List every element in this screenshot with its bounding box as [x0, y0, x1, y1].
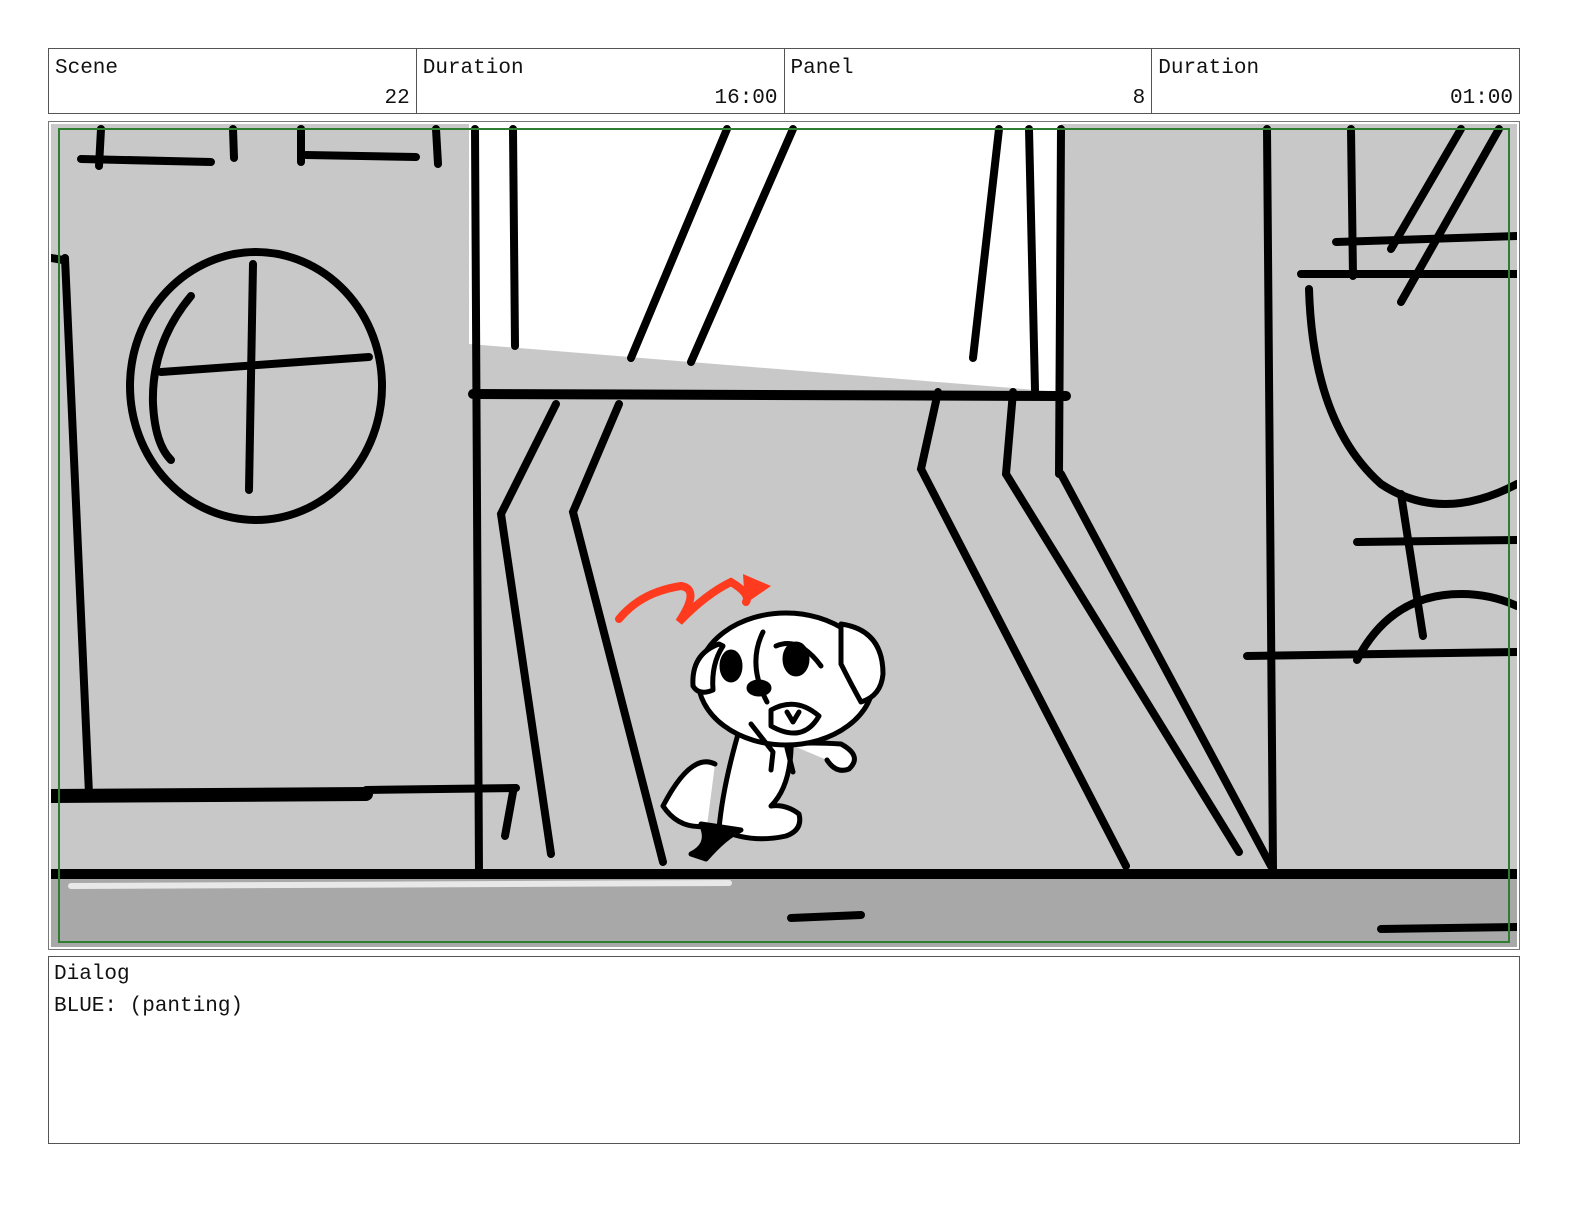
- panel-cell: Panel 8: [785, 49, 1153, 113]
- scene-label: Scene: [55, 57, 119, 80]
- panel-label: Panel: [790, 57, 854, 80]
- floor-highlight: [68, 880, 732, 889]
- scene-duration-label: Duration: [422, 57, 524, 80]
- scene-cell: Scene 22: [49, 49, 417, 113]
- dialog-label: Dialog: [54, 963, 130, 986]
- panel-duration-cell: Duration 01:00: [1152, 49, 1519, 113]
- panel-header: Scene 22 Duration 16:00 Panel 8 Duration…: [48, 48, 1520, 114]
- panel-duration-label: Duration: [1158, 57, 1260, 80]
- dialog-box: Dialog BLUE: (panting): [48, 956, 1520, 1144]
- scene-duration-cell: Duration 16:00: [417, 49, 785, 113]
- panel-duration-value: 01:00: [1449, 87, 1513, 110]
- storyboard-sketch: [51, 124, 1517, 947]
- dialog-text: BLUE: (panting): [54, 995, 244, 1018]
- panel-value: 8: [1132, 87, 1146, 110]
- storyboard-frame: [48, 121, 1520, 950]
- scene-duration-value: 16:00: [714, 87, 778, 110]
- scene-value: 22: [384, 87, 410, 110]
